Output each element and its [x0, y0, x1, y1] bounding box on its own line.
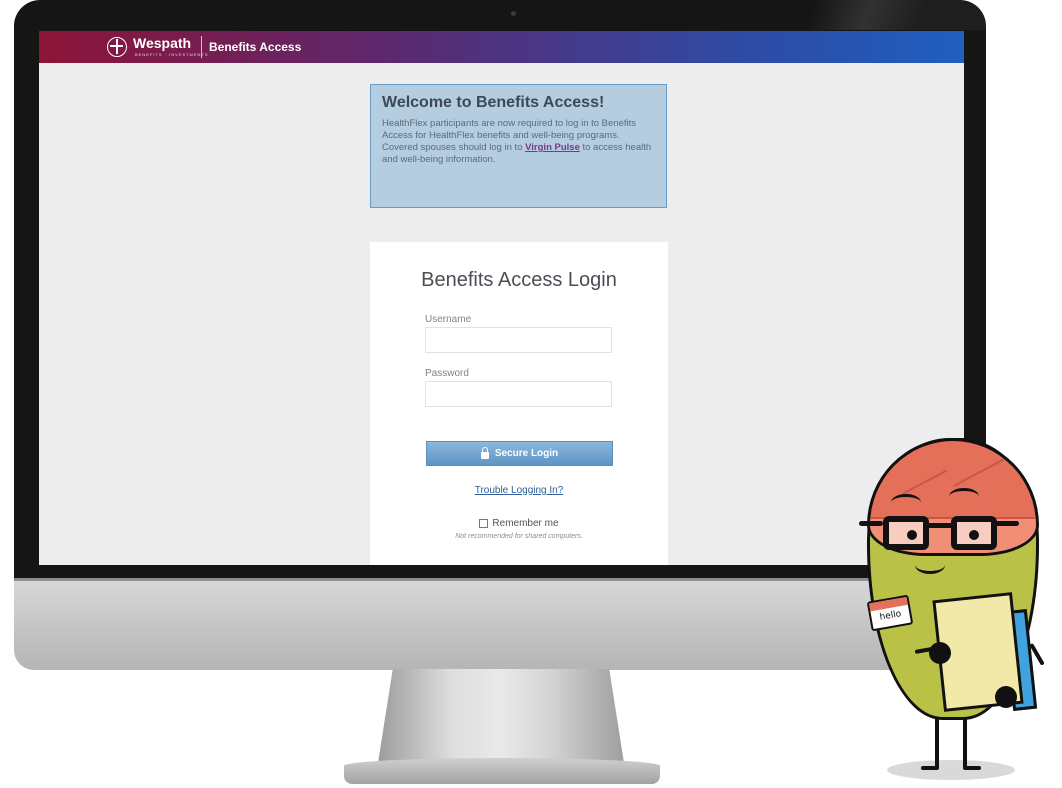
remember-me-checkbox[interactable]	[479, 519, 489, 528]
app-name[interactable]: Benefits Access	[209, 40, 301, 54]
username-label: Username	[425, 314, 472, 325]
mascot-smile	[915, 556, 945, 574]
login-title: Benefits Access Login	[421, 269, 617, 291]
remember-me-note: Not recommended for shared computers.	[455, 533, 583, 540]
virgin-pulse-link[interactable]: Virgin Pulse	[525, 142, 580, 153]
login-card: Benefits Access Login Username Password …	[370, 242, 668, 565]
password-label: Password	[425, 368, 469, 379]
glasses-left-arm	[859, 521, 883, 526]
remember-me-row[interactable]: Remember me	[370, 518, 668, 529]
mascot-right-brow	[949, 488, 979, 505]
welcome-title: Welcome to Benefits Access!	[382, 94, 605, 111]
glasses-right-arm	[995, 521, 1019, 526]
brand-name[interactable]: Wespath	[133, 35, 191, 51]
secure-login-label: Secure Login	[494, 448, 559, 459]
welcome-panel: Welcome to Benefits Access! HealthFlex p…	[370, 84, 667, 208]
password-input[interactable]	[425, 381, 612, 407]
mascot-left-hand	[929, 642, 951, 664]
mascot-left-brow	[891, 494, 921, 511]
monitor-chin	[14, 578, 986, 670]
browser-screen: Wespath BENEFITS · INVESTMENTS Benefits …	[39, 31, 964, 565]
welcome-message: HealthFlex participants are now required…	[382, 118, 655, 166]
remember-me-label[interactable]: Remember me	[492, 518, 558, 529]
lock-icon	[480, 447, 489, 459]
glasses-right-lens	[951, 516, 997, 550]
monitor-camera	[511, 11, 516, 16]
monitor-stand-neck	[378, 669, 624, 763]
monitor-chin-edge	[14, 578, 986, 581]
mascot-right-foot	[963, 766, 981, 770]
turban-fold	[902, 469, 948, 495]
mascot-left-foot	[921, 766, 939, 770]
trouble-logging-in-link[interactable]: Trouble Logging In?	[370, 485, 668, 496]
turban-fold	[953, 457, 1007, 487]
app-header: Wespath BENEFITS · INVESTMENTS Benefits …	[39, 31, 964, 63]
glasses-bridge	[929, 523, 951, 528]
wespath-logo-icon[interactable]	[107, 37, 127, 57]
glasses-left-lens	[883, 516, 929, 550]
header-divider	[201, 36, 202, 58]
mascot-left-pupil	[907, 530, 917, 540]
mascot-illustration: hello	[845, 410, 1062, 788]
monitor-stand-base	[344, 758, 660, 784]
mascot-right-hand	[995, 686, 1017, 708]
brand-tagline: BENEFITS · INVESTMENTS	[135, 52, 209, 57]
mascot-shadow	[887, 760, 1015, 780]
mascot-right-pupil	[969, 530, 979, 540]
username-input[interactable]	[425, 327, 612, 353]
secure-login-button[interactable]: Secure Login	[426, 441, 613, 466]
